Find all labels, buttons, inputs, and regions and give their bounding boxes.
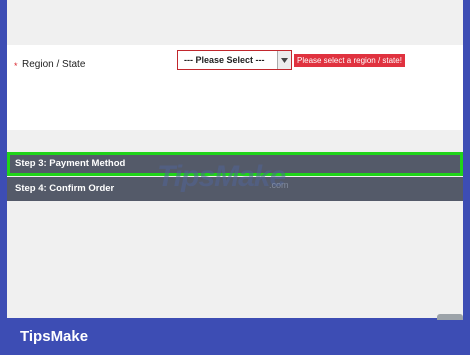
step-payment-method[interactable]: Step 3: Payment Method — [7, 152, 463, 176]
region-form-row: * Region / State --- Please Select --- P… — [7, 45, 463, 130]
brand-footer: TipsMake — [20, 328, 89, 345]
section-spacer — [7, 130, 463, 150]
region-error-message: Please select a region / state! — [294, 54, 405, 67]
chevron-down-icon[interactable] — [277, 51, 291, 69]
footer-tab — [437, 314, 463, 320]
step-confirm-order[interactable]: Step 4: Confirm Order — [7, 177, 463, 201]
required-marker: * — [14, 61, 18, 71]
region-state-label: Region / State — [22, 59, 86, 70]
region-select-value: --- Please Select --- — [184, 55, 265, 65]
page-frame: * Region / State --- Please Select --- P… — [7, 0, 463, 318]
region-select[interactable]: --- Please Select --- — [177, 50, 292, 70]
